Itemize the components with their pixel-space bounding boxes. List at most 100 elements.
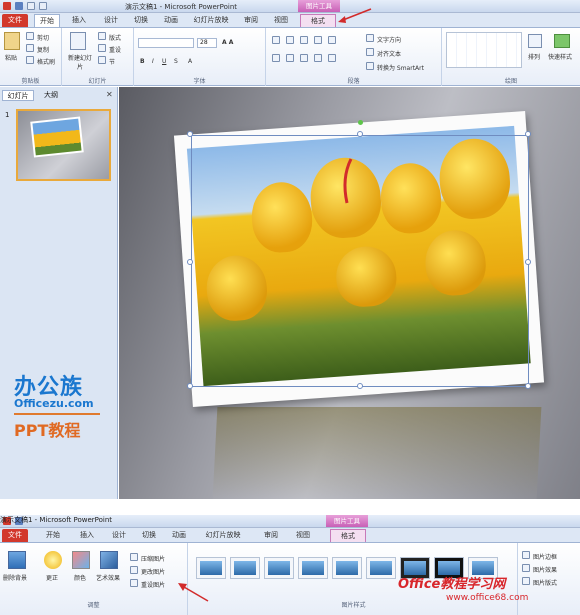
- picture-effects-label[interactable]: 图片效果: [533, 565, 557, 574]
- layout-label[interactable]: 版式: [109, 33, 121, 42]
- outdent-icon[interactable]: [314, 36, 322, 44]
- slide-thumbnail[interactable]: [16, 109, 111, 181]
- grow-font-icon[interactable]: A A: [222, 39, 233, 46]
- italic-icon[interactable]: I: [152, 58, 154, 65]
- picture-border-label[interactable]: 图片边框: [533, 552, 557, 561]
- undo-icon[interactable]: [27, 2, 35, 10]
- resize-handle-tl[interactable]: [187, 131, 193, 137]
- picture-border-icon[interactable]: [522, 551, 530, 559]
- rotate-handle[interactable]: [358, 120, 363, 125]
- tab-home[interactable]: 开始: [34, 14, 60, 27]
- paste-icon[interactable]: [4, 32, 20, 50]
- font-color-icon[interactable]: A: [188, 58, 192, 65]
- new-slide-icon[interactable]: [70, 32, 86, 50]
- tab-transitions-2[interactable]: 切换: [136, 529, 162, 542]
- remove-background-label[interactable]: 删除背景: [3, 573, 27, 582]
- reset-picture-icon[interactable]: [130, 579, 138, 587]
- tab-animations-2[interactable]: 动画: [166, 529, 192, 542]
- picture-style-3[interactable]: [264, 557, 294, 579]
- tab-view-2[interactable]: 视图: [290, 529, 316, 542]
- corrections-icon[interactable]: [44, 551, 62, 569]
- redo-icon[interactable]: [39, 2, 47, 10]
- picture-style-4[interactable]: [298, 557, 328, 579]
- arrange-label[interactable]: 排列: [528, 52, 540, 61]
- copy-label[interactable]: 复制: [37, 45, 49, 54]
- resize-handle-left[interactable]: [187, 259, 193, 265]
- bold-icon[interactable]: B: [140, 58, 145, 65]
- picture-style-6[interactable]: [366, 557, 396, 579]
- columns-icon[interactable]: [328, 54, 336, 62]
- resize-handle-br[interactable]: [525, 383, 531, 389]
- align-center-icon[interactable]: [286, 54, 294, 62]
- picture-style-1[interactable]: [196, 557, 226, 579]
- section-label[interactable]: 节: [109, 57, 115, 66]
- numbering-icon[interactable]: [286, 36, 294, 44]
- picture-layout-label[interactable]: 图片版式: [533, 578, 557, 587]
- text-direction-label[interactable]: 文字方向: [377, 35, 401, 44]
- picture-style-2[interactable]: [230, 557, 260, 579]
- resize-handle-bottom[interactable]: [357, 383, 363, 389]
- bullets-icon[interactable]: [272, 36, 280, 44]
- format-painter-label[interactable]: 格式刷: [37, 57, 55, 66]
- tab-file-2[interactable]: 文件: [2, 529, 28, 542]
- tab-design[interactable]: 设计: [98, 14, 124, 27]
- picture-style-5[interactable]: [332, 557, 362, 579]
- change-picture-label[interactable]: 更改图片: [141, 567, 165, 576]
- tab-insert[interactable]: 插入: [66, 14, 92, 27]
- close-pane-icon[interactable]: ✕: [106, 90, 113, 99]
- tab-transitions[interactable]: 切换: [128, 14, 154, 27]
- indent-icon[interactable]: [300, 36, 308, 44]
- reset-icon[interactable]: [98, 44, 106, 52]
- corrections-label[interactable]: 更正: [46, 573, 58, 582]
- font-size-combo[interactable]: 28: [197, 38, 217, 48]
- color-label[interactable]: 颜色: [74, 573, 86, 582]
- tab-review-2[interactable]: 审阅: [258, 529, 284, 542]
- color-icon[interactable]: [72, 551, 90, 569]
- tab-view[interactable]: 视图: [268, 14, 294, 27]
- align-text-icon[interactable]: [366, 48, 374, 56]
- resize-handle-bl[interactable]: [187, 383, 193, 389]
- line-spacing-icon[interactable]: [328, 36, 336, 44]
- tab-format-2[interactable]: 格式: [330, 529, 366, 542]
- resize-handle-top[interactable]: [357, 131, 363, 137]
- format-painter-icon[interactable]: [26, 56, 34, 64]
- arrange-icon[interactable]: [528, 34, 542, 48]
- tab-slideshow[interactable]: 幻灯片放映: [188, 14, 234, 27]
- new-slide-label[interactable]: 新建幻灯片: [66, 53, 94, 71]
- tab-format[interactable]: 格式: [300, 14, 336, 27]
- underline-icon[interactable]: U: [162, 58, 166, 65]
- resize-handle-tr[interactable]: [525, 131, 531, 137]
- tab-outline-pane[interactable]: 大纲: [38, 90, 64, 101]
- resize-handle-right[interactable]: [525, 259, 531, 265]
- compress-label[interactable]: 压缩图片: [141, 554, 165, 563]
- copy-icon[interactable]: [26, 44, 34, 52]
- font-name-combo[interactable]: [138, 38, 194, 48]
- quick-styles-label[interactable]: 快速样式: [548, 52, 572, 61]
- picture-layout-icon[interactable]: [522, 577, 530, 585]
- text-direction-icon[interactable]: [366, 34, 374, 42]
- artistic-effects-icon[interactable]: [100, 551, 118, 569]
- shapes-gallery[interactable]: [446, 32, 522, 68]
- tab-animations[interactable]: 动画: [158, 14, 184, 27]
- tab-slides-pane[interactable]: 幻灯片: [2, 90, 34, 101]
- tab-insert-2[interactable]: 插入: [74, 529, 100, 542]
- reset-label[interactable]: 重设: [109, 45, 121, 54]
- justify-icon[interactable]: [314, 54, 322, 62]
- slide-canvas[interactable]: [119, 87, 580, 499]
- layout-icon[interactable]: [98, 32, 106, 40]
- cut-icon[interactable]: [26, 32, 34, 40]
- smartart-label[interactable]: 转换为 SmartArt: [377, 63, 424, 72]
- strike-icon[interactable]: S: [174, 58, 178, 65]
- artistic-effects-label[interactable]: 艺术效果: [96, 573, 120, 582]
- smartart-icon[interactable]: [366, 62, 374, 70]
- section-icon[interactable]: [98, 56, 106, 64]
- align-right-icon[interactable]: [300, 54, 308, 62]
- tab-file[interactable]: 文件: [2, 14, 28, 27]
- tab-design-2[interactable]: 设计: [106, 529, 132, 542]
- save-icon[interactable]: [15, 2, 23, 10]
- align-left-icon[interactable]: [272, 54, 280, 62]
- cut-label[interactable]: 剪切: [37, 33, 49, 42]
- reset-picture-label[interactable]: 重设图片: [141, 580, 165, 589]
- remove-background-icon[interactable]: [8, 551, 26, 569]
- compress-icon[interactable]: [130, 553, 138, 561]
